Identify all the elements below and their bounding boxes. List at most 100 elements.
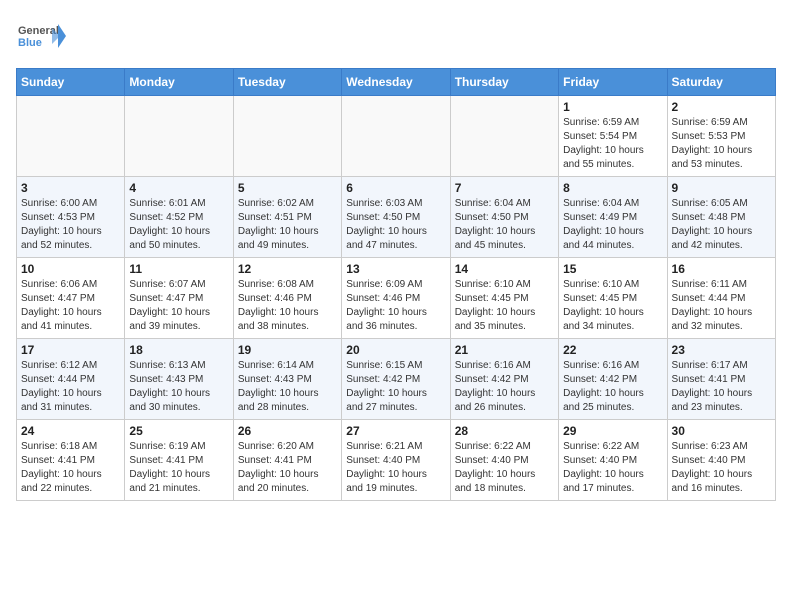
calendar-cell: 12 Sunrise: 6:08 AM Sunset: 4:46 PM Dayli… [233,258,341,339]
day-info: Sunrise: 6:23 AM Sunset: 4:40 PM Dayligh… [672,440,771,496]
calendar-cell: 6 Sunrise: 6:03 AM Sunset: 4:50 PM Daylig… [342,177,450,258]
day-info: Sunrise: 6:13 AM Sunset: 4:43 PM Dayligh… [129,359,228,415]
calendar-cell: 19Sunrise: 6:14 AM Sunset: 4:43 PM Dayli… [233,339,341,420]
day-number: 27 [346,424,445,438]
calendar-cell: 28 Sunrise: 6:22 AM Sunset: 4:40 PM Dayli… [450,420,558,501]
calendar-cell: 10 Sunrise: 6:06 AM Sunset: 4:47 PM Dayli… [17,258,125,339]
day-number: 7 [455,181,554,195]
day-header-sunday: Sunday [17,69,125,96]
calendar-cell: 8 Sunrise: 6:04 AM Sunset: 4:49 PM Daylig… [559,177,667,258]
day-number: 10 [21,262,120,276]
day-info: Sunrise: 6:08 AM Sunset: 4:46 PM Dayligh… [238,278,337,334]
calendar-cell: 3 Sunrise: 6:00 AM Sunset: 4:53 PM Daylig… [17,177,125,258]
calendar-cell: 13 Sunrise: 6:09 AM Sunset: 4:46 PM Dayli… [342,258,450,339]
calendar-cell: 9 Sunrise: 6:05 AM Sunset: 4:48 PM Daylig… [667,177,775,258]
calendar-cell: 21Sunrise: 6:16 AM Sunset: 4:42 PM Dayli… [450,339,558,420]
calendar-cell [125,96,233,177]
calendar-cell: 26 Sunrise: 6:20 AM Sunset: 4:41 PM Dayli… [233,420,341,501]
calendar-cell: 15 Sunrise: 6:10 AM Sunset: 4:45 PM Dayli… [559,258,667,339]
calendar: SundayMondayTuesdayWednesdayThursdayFrid… [16,68,776,501]
day-number: 4 [129,181,228,195]
calendar-cell: 29Sunrise: 6:22 AM Sunset: 4:40 PM Dayli… [559,420,667,501]
calendar-header-row: SundayMondayTuesdayWednesdayThursdayFrid… [17,69,776,96]
day-number: 14 [455,262,554,276]
day-info: Sunrise: 6:59 AM Sunset: 5:53 PM Dayligh… [672,116,771,172]
day-number: 16 [672,262,771,276]
calendar-week-row: 3 Sunrise: 6:00 AM Sunset: 4:53 PM Daylig… [17,177,776,258]
calendar-cell: 20Sunrise: 6:15 AM Sunset: 4:42 PM Dayli… [342,339,450,420]
calendar-cell: 4 Sunrise: 6:01 AM Sunset: 4:52 PM Daylig… [125,177,233,258]
day-number: 18 [129,343,228,357]
day-info: Sunrise: 6:04 AM Sunset: 4:50 PM Dayligh… [455,197,554,253]
day-info: Sunrise: 6:18 AM Sunset: 4:41 PM Dayligh… [21,440,120,496]
calendar-cell [233,96,341,177]
calendar-cell: 16 Sunrise: 6:11 AM Sunset: 4:44 PM Dayli… [667,258,775,339]
day-number: 6 [346,181,445,195]
calendar-week-row: 24 Sunrise: 6:18 AM Sunset: 4:41 PM Dayli… [17,420,776,501]
day-info: Sunrise: 6:05 AM Sunset: 4:48 PM Dayligh… [672,197,771,253]
calendar-cell: 14 Sunrise: 6:10 AM Sunset: 4:45 PM Dayli… [450,258,558,339]
day-header-thursday: Thursday [450,69,558,96]
day-info: Sunrise: 6:11 AM Sunset: 4:44 PM Dayligh… [672,278,771,334]
calendar-week-row: 17Sunrise: 6:12 AM Sunset: 4:44 PM Dayli… [17,339,776,420]
calendar-cell [342,96,450,177]
day-number: 2 [672,100,771,114]
day-number: 13 [346,262,445,276]
day-number: 21 [455,343,554,357]
day-number: 28 [455,424,554,438]
calendar-cell: 2 Sunrise: 6:59 AM Sunset: 5:53 PM Daylig… [667,96,775,177]
calendar-cell: 18 Sunrise: 6:13 AM Sunset: 4:43 PM Dayli… [125,339,233,420]
day-info: Sunrise: 6:59 AM Sunset: 5:54 PM Dayligh… [563,116,662,172]
calendar-cell: 27 Sunrise: 6:21 AM Sunset: 4:40 PM Dayli… [342,420,450,501]
calendar-cell: 23 Sunrise: 6:17 AM Sunset: 4:41 PM Dayli… [667,339,775,420]
calendar-cell: 5Sunrise: 6:02 AM Sunset: 4:51 PM Daylig… [233,177,341,258]
day-number: 9 [672,181,771,195]
day-info: Sunrise: 6:22 AM Sunset: 4:40 PM Dayligh… [563,440,662,496]
day-header-tuesday: Tuesday [233,69,341,96]
day-info: Sunrise: 6:22 AM Sunset: 4:40 PM Dayligh… [455,440,554,496]
day-number: 30 [672,424,771,438]
calendar-cell [17,96,125,177]
svg-text:Blue: Blue [18,37,42,49]
day-info: Sunrise: 6:07 AM Sunset: 4:47 PM Dayligh… [129,278,228,334]
day-info: Sunrise: 6:10 AM Sunset: 4:45 PM Dayligh… [563,278,662,334]
header: General Blue [16,16,776,56]
day-info: Sunrise: 6:10 AM Sunset: 4:45 PM Dayligh… [455,278,554,334]
calendar-week-row: 1 Sunrise: 6:59 AM Sunset: 5:54 PM Daylig… [17,96,776,177]
day-info: Sunrise: 6:17 AM Sunset: 4:41 PM Dayligh… [672,359,771,415]
day-info: Sunrise: 6:03 AM Sunset: 4:50 PM Dayligh… [346,197,445,253]
day-number: 25 [129,424,228,438]
day-number: 20 [346,343,445,357]
calendar-cell: 25Sunrise: 6:19 AM Sunset: 4:41 PM Dayli… [125,420,233,501]
calendar-cell: 1 Sunrise: 6:59 AM Sunset: 5:54 PM Daylig… [559,96,667,177]
day-header-monday: Monday [125,69,233,96]
logo: General Blue [16,16,66,56]
calendar-cell: 30 Sunrise: 6:23 AM Sunset: 4:40 PM Dayli… [667,420,775,501]
day-number: 24 [21,424,120,438]
day-number: 8 [563,181,662,195]
day-number: 3 [21,181,120,195]
day-info: Sunrise: 6:09 AM Sunset: 4:46 PM Dayligh… [346,278,445,334]
day-info: Sunrise: 6:01 AM Sunset: 4:52 PM Dayligh… [129,197,228,253]
calendar-cell: 17Sunrise: 6:12 AM Sunset: 4:44 PM Dayli… [17,339,125,420]
day-number: 26 [238,424,337,438]
calendar-cell: 22Sunrise: 6:16 AM Sunset: 4:42 PM Dayli… [559,339,667,420]
day-header-wednesday: Wednesday [342,69,450,96]
day-info: Sunrise: 6:06 AM Sunset: 4:47 PM Dayligh… [21,278,120,334]
day-info: Sunrise: 6:12 AM Sunset: 4:44 PM Dayligh… [21,359,120,415]
day-number: 1 [563,100,662,114]
day-number: 15 [563,262,662,276]
day-info: Sunrise: 6:00 AM Sunset: 4:53 PM Dayligh… [21,197,120,253]
day-info: Sunrise: 6:20 AM Sunset: 4:41 PM Dayligh… [238,440,337,496]
day-info: Sunrise: 6:14 AM Sunset: 4:43 PM Dayligh… [238,359,337,415]
calendar-cell: 7 Sunrise: 6:04 AM Sunset: 4:50 PM Daylig… [450,177,558,258]
day-info: Sunrise: 6:21 AM Sunset: 4:40 PM Dayligh… [346,440,445,496]
calendar-cell: 24 Sunrise: 6:18 AM Sunset: 4:41 PM Dayli… [17,420,125,501]
day-number: 5 [238,181,337,195]
day-info: Sunrise: 6:16 AM Sunset: 4:42 PM Dayligh… [563,359,662,415]
logo-svg: General Blue [16,16,66,56]
day-info: Sunrise: 6:04 AM Sunset: 4:49 PM Dayligh… [563,197,662,253]
day-number: 12 [238,262,337,276]
day-number: 23 [672,343,771,357]
calendar-cell: 11Sunrise: 6:07 AM Sunset: 4:47 PM Dayli… [125,258,233,339]
